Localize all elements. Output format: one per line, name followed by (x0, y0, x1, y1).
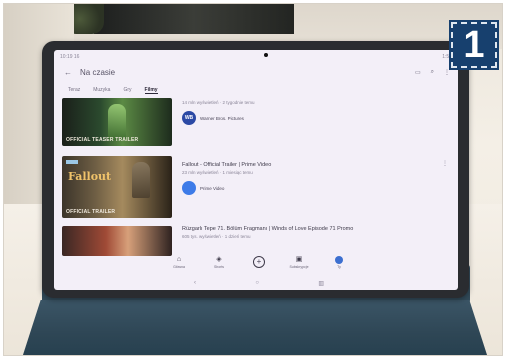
background-dark-object (94, 4, 294, 34)
status-time: 10:19 16 (60, 54, 80, 60)
tablet-case-base (22, 300, 488, 355)
video-meta: 23 mln wyświetleń · 1 miesiąc temu (182, 170, 253, 175)
cast-icon[interactable]: ▭ (415, 69, 421, 76)
system-navigation: ‹ ○ ▥ (194, 280, 324, 287)
tab-muzyka[interactable]: Muzyka (93, 87, 110, 94)
video-info: Rüzgarlı Tepe 71. Bölüm Fragmanı | Winds… (182, 226, 442, 239)
video-title[interactable]: Fallout - Official Trailer | Prime Video (182, 162, 442, 168)
video-info: Fallout - Official Trailer | Prime Video… (182, 162, 442, 195)
you-avatar (335, 256, 343, 264)
tab-teraz[interactable]: Teraz (68, 87, 80, 94)
add-icon: + (253, 256, 265, 268)
system-home-icon[interactable]: ○ (255, 280, 259, 287)
category-tabs: Teraz Muzyka Gry Filmy (68, 87, 158, 94)
channel-name: Prime Video (200, 185, 225, 191)
page-title: Na czasie (80, 67, 116, 77)
nav-label: Shorts (213, 265, 225, 269)
badge-number: 1 (463, 24, 485, 66)
thumbnail-figure (132, 162, 150, 198)
nav-shorts[interactable]: ◈ Shorts (204, 256, 234, 269)
nav-label: Główna (173, 265, 185, 269)
home-icon: ⌂ (176, 256, 182, 263)
video-meta: 14 mln wyświetleń · 2 tygodnie temu (182, 100, 255, 105)
header-actions: ▭ ⌕ ⋮ (415, 69, 450, 76)
thumbnail-figure (108, 104, 126, 140)
bottom-navigation: ⌂ Główna ◈ Shorts + ▣ Subskrypcje Ty (164, 256, 354, 278)
tab-gry[interactable]: Gry (123, 87, 131, 94)
more-vert-icon[interactable]: ⋮ (444, 69, 450, 76)
video-thumbnail[interactable] (62, 226, 172, 256)
nav-label: Subskrypcje (289, 265, 309, 269)
video-feed: OFFICIAL TEASER TRAILER 14 mln wyświetle… (54, 98, 458, 256)
search-icon[interactable]: ⌕ (431, 69, 434, 76)
shorts-icon: ◈ (216, 256, 222, 263)
tablet-screen: 10:19 16 1:58 ← Na czasie ▭ ⌕ ⋮ Teraz Mu… (54, 50, 458, 290)
channel-name: Warner Bros. Pictures (200, 115, 244, 121)
nav-create[interactable]: + (244, 256, 274, 268)
status-bar: 10:19 16 1:58 (60, 54, 452, 60)
thumbnail-logo: Fallout (68, 170, 112, 183)
tab-filmy[interactable]: Filmy (144, 87, 158, 94)
video-info: 14 mln wyświetleń · 2 tygodnie temu WB W… (182, 98, 442, 125)
nav-subscriptions[interactable]: ▣ Subskrypcje (284, 256, 314, 269)
video-meta: 605 tys. wyświetleń · 1 dzień temu (182, 234, 251, 239)
subscriptions-icon: ▣ (295, 256, 303, 263)
nav-label: Ty (337, 265, 341, 269)
photo: 10:19 16 1:58 ← Na czasie ▭ ⌕ ⋮ Teraz Mu… (3, 3, 503, 356)
more-vert-icon[interactable]: ⋮ (442, 160, 448, 167)
app-header: ← Na czasie ▭ ⌕ ⋮ (54, 64, 458, 80)
channel-avatar[interactable] (182, 181, 196, 195)
nav-home[interactable]: ⌂ Główna (164, 256, 194, 269)
channel-row[interactable]: Prime Video (182, 181, 442, 195)
channel-avatar[interactable]: WB (182, 111, 196, 125)
thumbnail-caption: OFFICIAL TEASER TRAILER (66, 137, 139, 143)
system-recents-icon[interactable]: ▥ (318, 280, 324, 287)
thumbnail-caption: OFFICIAL TRAILER (66, 209, 116, 215)
thumbnail-badge (66, 160, 78, 164)
system-back-icon[interactable]: ‹ (194, 280, 196, 287)
video-title[interactable]: Rüzgarlı Tepe 71. Bölüm Fragmanı | Winds… (182, 226, 442, 232)
channel-row[interactable]: WB Warner Bros. Pictures (182, 111, 442, 125)
video-thumbnail[interactable]: OFFICIAL TEASER TRAILER (62, 98, 172, 146)
video-thumbnail[interactable]: Fallout OFFICIAL TRAILER (62, 156, 172, 218)
tablet: 10:19 16 1:58 ← Na czasie ▭ ⌕ ⋮ Teraz Mu… (42, 41, 469, 298)
back-arrow-icon[interactable]: ← (64, 68, 72, 77)
nav-you[interactable]: Ty (324, 256, 354, 269)
number-badge: 1 (449, 20, 499, 70)
